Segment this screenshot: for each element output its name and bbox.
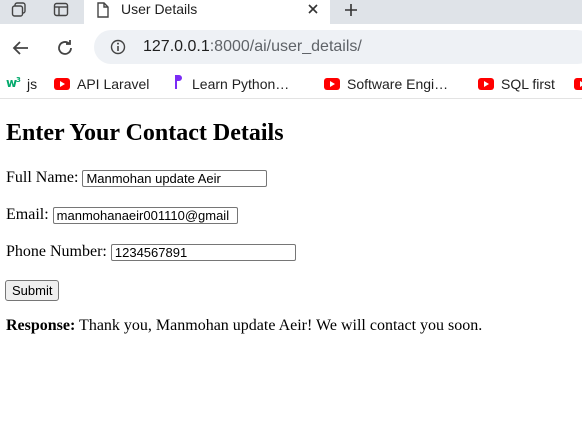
phone-input[interactable] [110, 243, 296, 261]
bookmark-label: Learn Python… [192, 76, 290, 92]
url-host: 127.0.0.1 [143, 38, 210, 55]
page-heading: Enter Your Contact Details [6, 120, 284, 146]
site-info-icon[interactable] [110, 39, 126, 60]
bookmark-label: Software Engi… [347, 76, 449, 92]
address-bar[interactable]: 127.0.0.1:8000/ai/user_details/ [94, 30, 582, 64]
youtube-icon [478, 78, 494, 90]
reload-icon[interactable] [54, 37, 76, 59]
full-name-input[interactable] [82, 169, 268, 187]
url-path: :8000/ai/user_details/ [209, 38, 362, 55]
python-icon [173, 74, 183, 95]
bookmark-api-laravel[interactable]: API Laravel [54, 75, 149, 93]
response-text: Thank you, Manmohan update Aeir! We will… [75, 317, 483, 334]
bookmark-learn-python[interactable]: Learn Python… [173, 74, 290, 95]
full-name-label: Full Name: [6, 169, 79, 186]
submit-button[interactable]: Submit [5, 280, 60, 301]
new-tab-icon[interactable] [340, 0, 362, 20]
tab-search-icon[interactable] [50, 0, 72, 20]
tab-groups-icon[interactable] [8, 0, 30, 20]
youtube-icon [54, 78, 70, 90]
response-label: Response: [6, 317, 76, 334]
bookmark-sql-first[interactable]: SQL first [478, 75, 555, 93]
close-tab-icon[interactable] [306, 2, 320, 21]
svg-text:3: 3 [16, 76, 21, 84]
page-content: Enter Your Contact Details Full Name: Em… [0, 100, 582, 438]
phone-label: Phone Number: [6, 243, 107, 260]
youtube-icon [574, 78, 582, 90]
youtube-icon [324, 78, 340, 90]
response-message: Response: Thank you, Manmohan update Aei… [6, 317, 482, 335]
bookmark-label: API Laravel [77, 76, 150, 92]
email-label: Email: [6, 206, 49, 223]
tab-user-details[interactable]: User Details [84, 0, 330, 24]
bookmark-js[interactable]: w3 js [6, 75, 37, 93]
email-row: Email: [6, 206, 238, 224]
bookmark-label: js [27, 76, 38, 92]
document-icon [96, 2, 110, 23]
navigation-bar: 127.0.0.1:8000/ai/user_details/ [0, 24, 582, 70]
back-icon[interactable] [10, 37, 32, 59]
bookmark-software-engi[interactable]: Software Engi… [324, 75, 448, 93]
bookmark-overflow[interactable] [574, 75, 582, 93]
tab-title: User Details [121, 1, 198, 17]
tab-strip: User Details [0, 0, 582, 24]
url-text: 127.0.0.1:8000/ai/user_details/ [143, 38, 362, 56]
bookmark-label: SQL first [501, 76, 555, 92]
w3-icon: w3 [6, 75, 22, 94]
email-input[interactable] [52, 206, 238, 224]
phone-row: Phone Number: [6, 243, 296, 261]
full-name-row: Full Name: [6, 169, 268, 187]
bookmarks-bar: w3 js API Laravel Learn Python… Software… [0, 70, 582, 99]
